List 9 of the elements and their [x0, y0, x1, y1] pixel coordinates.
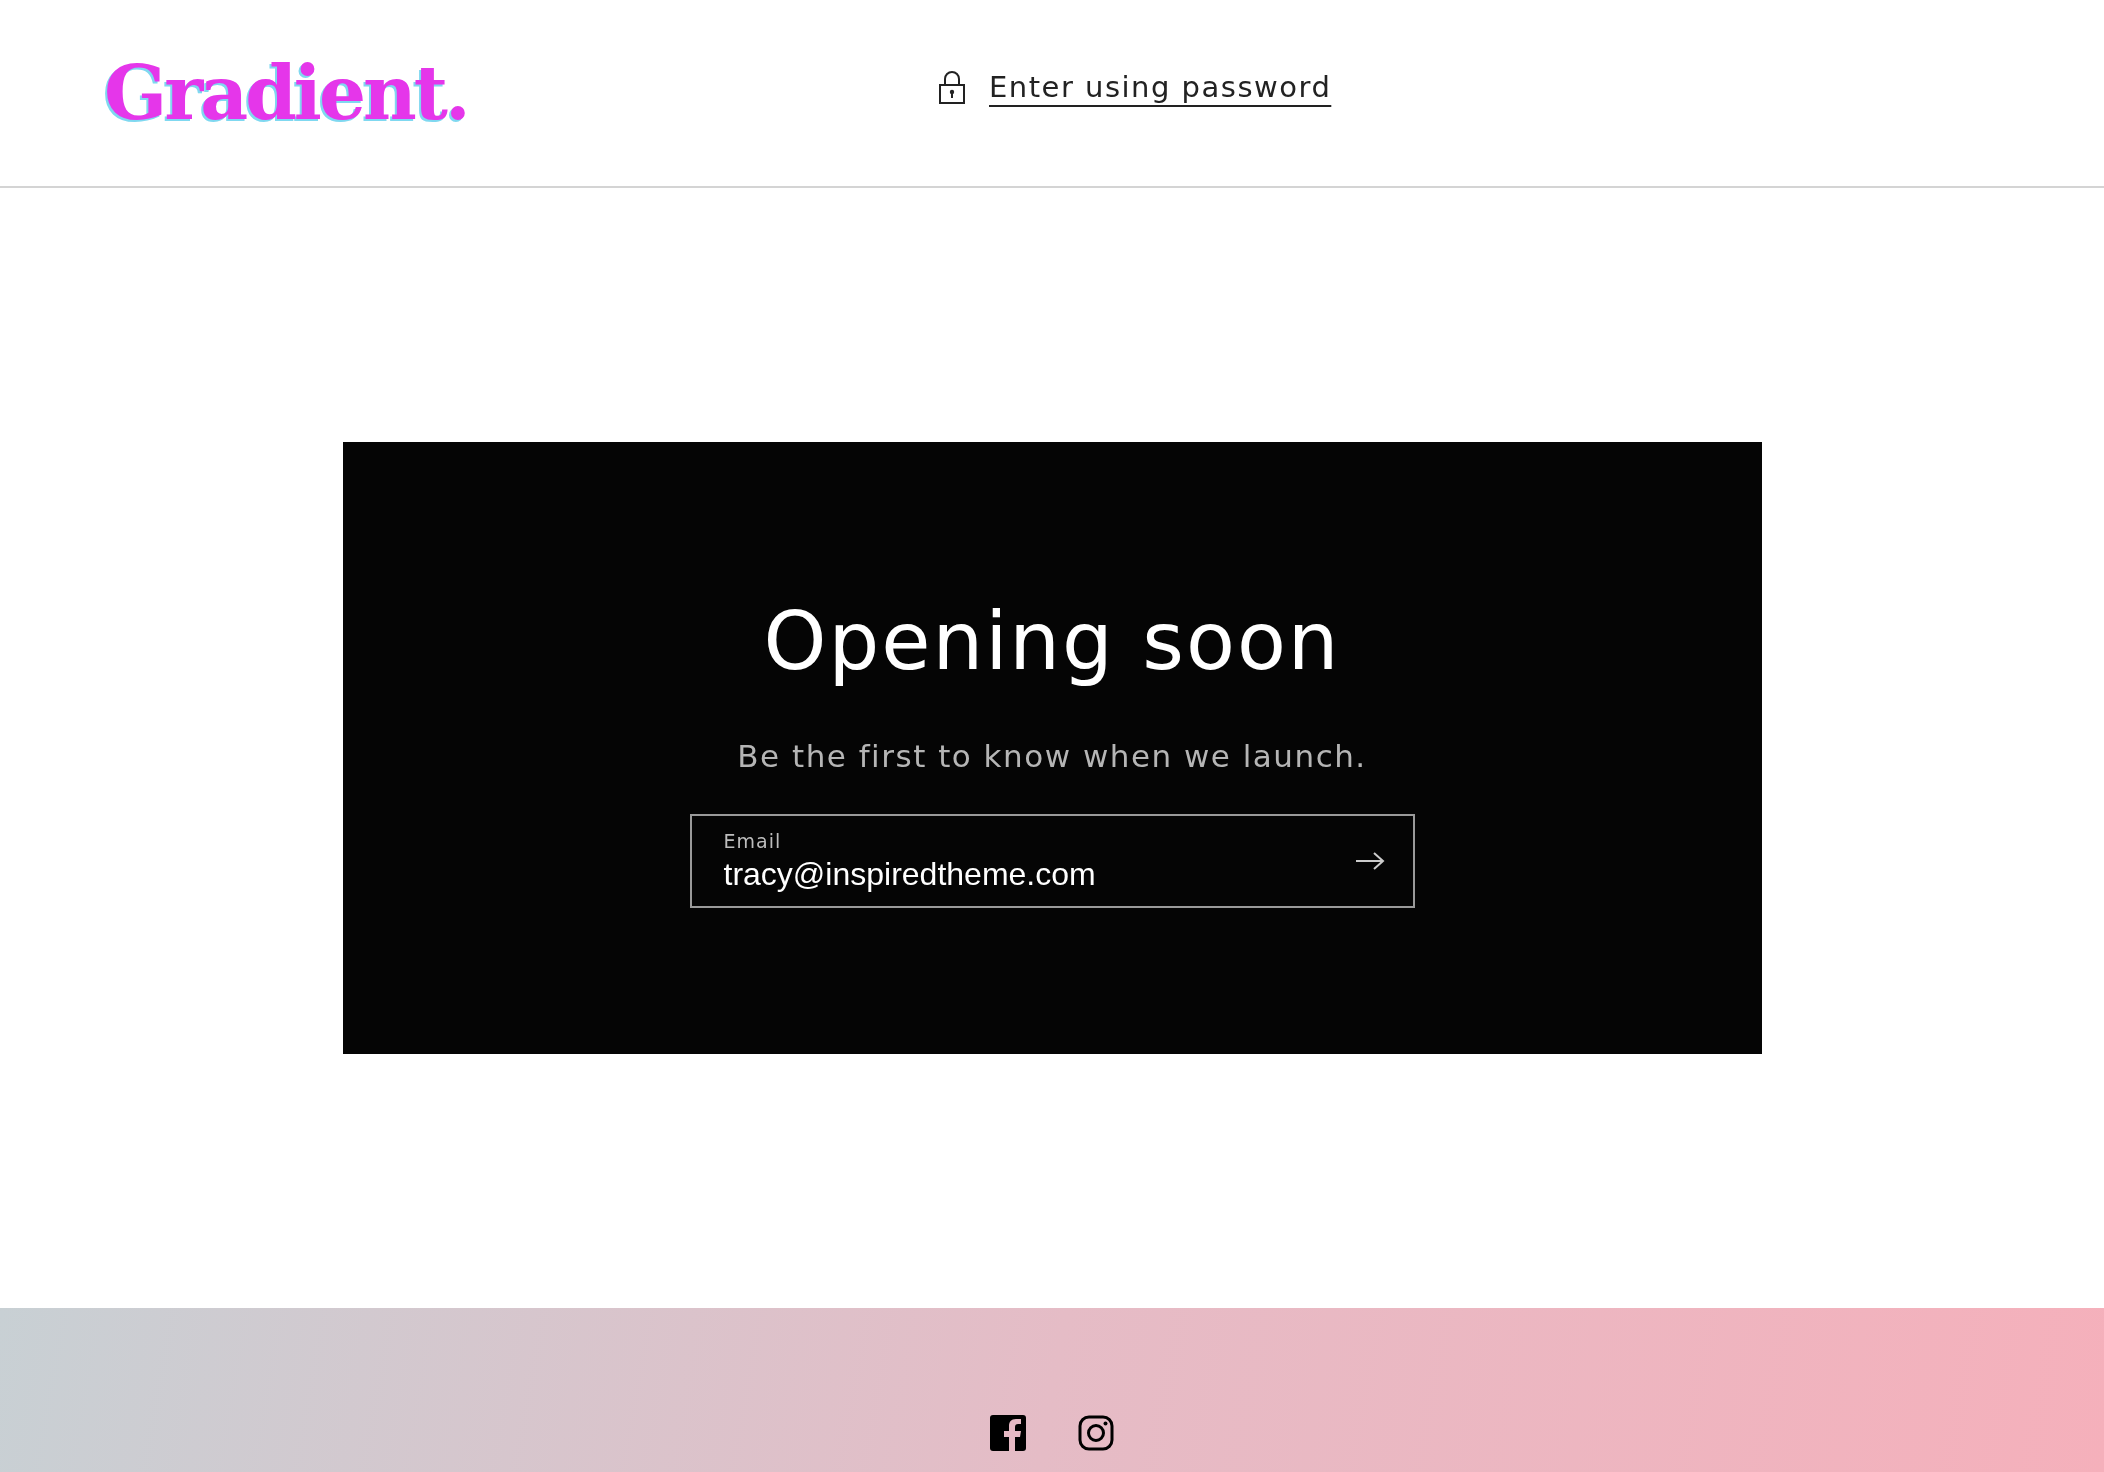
password-link[interactable]: Enter using password	[989, 70, 1332, 104]
field-value: tracy@inspiredtheme.com	[723, 855, 1096, 893]
subtitle: Be the first to know when we launch.	[737, 738, 1367, 774]
field-label: Email	[723, 829, 783, 852]
lock-icon	[939, 70, 965, 104]
facebook-icon[interactable]	[990, 1415, 1026, 1451]
email-field[interactable]: Email tracy@inspiredtheme.com	[689, 814, 1415, 908]
instagram-icon[interactable]	[1078, 1415, 1114, 1451]
submit-arrow-icon[interactable]	[1354, 851, 1385, 871]
